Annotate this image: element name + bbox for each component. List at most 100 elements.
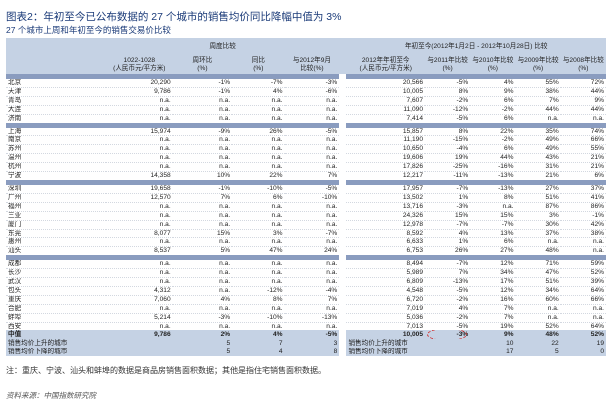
city-name: 广州 [6, 193, 106, 203]
column-gap [339, 269, 346, 278]
table-cell: 7,607 [346, 96, 425, 106]
table-cell: n.a. [159, 322, 171, 330]
table-cell: 13,502 [346, 193, 425, 203]
table-row: 天津 9,786 -1% 4% -6% 10,005 8% 9% 38% 44% [6, 87, 606, 97]
table-cell: 38% [515, 87, 561, 97]
column-gap [339, 211, 346, 220]
table-cell: n.a. [284, 144, 340, 155]
count-value: 3 [284, 339, 340, 348]
median-value: 9,786 [154, 331, 171, 339]
table-cell: 1% [425, 193, 471, 203]
table-cell: 5,989 [346, 268, 425, 279]
count-value: 8 [284, 347, 340, 357]
table-cell: n.a. [232, 96, 285, 106]
table-cell: n.a. [172, 277, 233, 287]
table-cell: 6% [470, 96, 516, 106]
table-cell: n.a. [284, 268, 340, 279]
table-cell: 21% [560, 162, 606, 173]
table-cell: 55% [515, 79, 561, 88]
table-row: 厦门 n.a. n.a. n.a. n.a. 12,978 -7% -7% 30% 42% [6, 220, 606, 230]
table-row: 福州 n.a. n.a. n.a. n.a. 13,716 -3% n.a. 87% 86% [6, 202, 606, 212]
table-cell: 8,592 [346, 229, 425, 239]
table-row: 济南 n.a. n.a. n.a. n.a. 7,414 -5% 6% n.a. n.a. [6, 114, 606, 122]
median-cell: 48% [515, 330, 561, 340]
table-cell: 34% [470, 268, 516, 279]
count-label-week: 销售均价上升的城市 [6, 339, 173, 348]
header-text-line: (人民币元/平方米) [359, 65, 412, 72]
count-value: 19 [560, 339, 606, 348]
header-col-1: 1022-1028 (人民币元/平方米) [106, 56, 173, 74]
table-cell: 60% [515, 295, 561, 305]
header-ytd-group: 年初至今(2012年1月2日 - 2012年10月28日) 比较 [346, 38, 606, 56]
table-cell: -7% [284, 229, 340, 239]
count-label-week: 销售均价下降的城市 [6, 347, 173, 357]
table-row: 北京 20,290 -1% -7% -3% 20,566 -5% 4% 55% 72% [6, 79, 606, 88]
city-name: 济南 [8, 114, 22, 122]
header-text-line: 1022-1028 [123, 57, 156, 64]
table-cell: n.a. [284, 211, 340, 221]
table-cell: 44% [515, 105, 561, 115]
header-col-6: 与2011年比较 (%) [425, 56, 471, 74]
table-cell: 5,036 [346, 313, 425, 323]
table-cell: n.a. [547, 114, 559, 122]
table-cell: 14,358 [150, 172, 171, 180]
city-name: 惠州 [6, 237, 106, 248]
table-cell: 6% [470, 237, 516, 248]
table-cell: 4,312 [106, 286, 173, 296]
count-value: 0 [560, 347, 606, 357]
count-row: 销售均价上升的城市 5 7 3 销售均价上升的城市 10 22 19 [6, 339, 606, 348]
median-cell: -5% [284, 330, 340, 340]
table-cell: 11,190 [346, 135, 425, 146]
table-cell: 37% [515, 229, 561, 239]
city-name: 包头 [6, 286, 106, 296]
table-row: 宁波 14,358 10% 22% 7% 12,217 -11% -13% 21% 6% [6, 172, 606, 180]
median-cell: 4% [232, 330, 285, 340]
table-cell: n.a. [232, 162, 285, 173]
median-value: 52% [590, 331, 604, 339]
header-text-line: 与2010年比较 [472, 57, 514, 64]
table-cell: n.a. [106, 211, 173, 221]
table-cell: 59% [560, 260, 606, 270]
table-cell: 20,290 [106, 79, 173, 88]
table-row: 西安 n.a. n.a. n.a. n.a. 7,013 -5% 19% 52% 64% [6, 322, 606, 330]
table-cell: 9% [560, 96, 606, 106]
table-cell: 7,060 [106, 295, 173, 305]
table-row: 重庆 7,060 4% 8% 7% 6,720 -2% 16% 60% 66% [6, 295, 606, 305]
table-cell: -5% [456, 322, 469, 330]
table-cell: -5% [456, 114, 469, 122]
city-name: 汕头 [8, 247, 22, 255]
header-text-line: (%) [197, 65, 208, 72]
table-cell: 44% [470, 153, 516, 164]
table-cell: 8,494 [346, 260, 425, 270]
median-cell: 10,005 [346, 330, 425, 340]
table-cell: 11,090 [346, 105, 425, 115]
table-cell: 15,974 [106, 127, 173, 137]
table-cell: -1% [172, 87, 233, 97]
table-cell: 15% [425, 211, 471, 221]
city-name: 西安 [8, 322, 22, 330]
column-gap [339, 38, 347, 56]
city-name: 厦门 [6, 220, 106, 230]
table-cell: n.a. [172, 268, 233, 279]
table-cell: 66% [560, 135, 606, 146]
column-gap [339, 136, 346, 145]
table-cell: 87% [515, 202, 561, 212]
table-cell: 51% [515, 193, 561, 203]
column-gap [339, 348, 346, 357]
table-row: 武汉 n.a. n.a. n.a. n.a. 6,809 -13% 17% 51% 39% [6, 277, 606, 287]
table-cell: n.a. [172, 96, 233, 106]
median-cell: -3% [425, 330, 471, 340]
table-cell: -1% [560, 211, 606, 221]
table-cell: n.a. [284, 304, 340, 314]
table-cell: 5,214 [106, 313, 173, 323]
table-cell: 27% [515, 184, 561, 194]
table-cell: 37% [560, 184, 606, 194]
table-cell: 21% [545, 172, 559, 180]
table-cell: 7% [425, 268, 471, 279]
table-row: 东莞 8,077 15% 3% -7% 8,592 4% 13% 37% 38% [6, 229, 606, 239]
table-cell: 10,005 [346, 87, 425, 97]
header-text-line: (%) [532, 65, 544, 72]
table-cell: 7% [470, 304, 516, 314]
table-cell: 49% [515, 135, 561, 146]
table-cell: -4% [425, 144, 471, 155]
